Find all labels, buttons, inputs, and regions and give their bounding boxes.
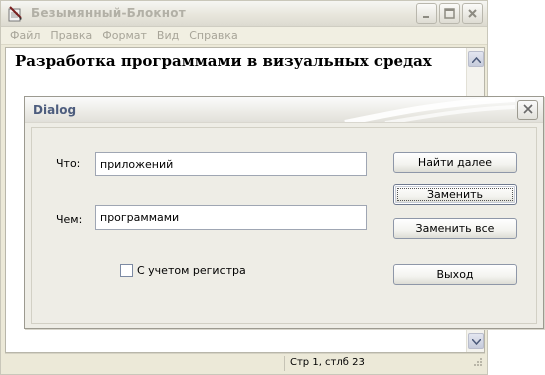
menu-file[interactable]: Файл bbox=[5, 29, 45, 42]
find-replace-dialog: Dialog Что: Чем: С учетом регистра Найти… bbox=[24, 96, 544, 329]
arrow-up-icon bbox=[470, 53, 482, 66]
match-case-checkbox[interactable] bbox=[120, 264, 133, 277]
match-case-option[interactable]: С учетом регистра bbox=[120, 264, 246, 277]
notepad-titlebar[interactable]: Безымянный-Блокнот bbox=[1, 1, 487, 27]
close-icon bbox=[522, 103, 534, 118]
scroll-up-button[interactable] bbox=[468, 51, 484, 67]
maximize-button[interactable] bbox=[439, 3, 460, 24]
maximize-icon bbox=[444, 8, 455, 19]
status-bar: Стр 1, стлб 23 bbox=[5, 353, 485, 373]
find-next-label: Найти далее bbox=[417, 156, 493, 169]
replace-label-text: Заменить bbox=[426, 188, 484, 201]
titlebar-decoration bbox=[325, 97, 516, 122]
close-button[interactable] bbox=[462, 3, 483, 24]
dialog-titlebar[interactable]: Dialog bbox=[25, 97, 543, 123]
resize-grip-icon[interactable] bbox=[471, 357, 483, 372]
find-label: Что: bbox=[56, 157, 81, 170]
notepad-icon bbox=[7, 6, 23, 22]
menu-view[interactable]: Вид bbox=[152, 29, 184, 42]
window-title: Безымянный-Блокнот bbox=[31, 6, 186, 20]
arrow-down-icon bbox=[470, 335, 482, 348]
replace-label: Чем: bbox=[56, 213, 83, 226]
scroll-down-button[interactable] bbox=[468, 333, 484, 349]
minimize-icon bbox=[421, 8, 432, 19]
match-case-label[interactable]: С учетом регистра bbox=[137, 264, 246, 277]
menu-edit[interactable]: Правка bbox=[45, 29, 97, 42]
dialog-close-button[interactable] bbox=[517, 100, 538, 120]
replace-button[interactable]: Заменить bbox=[393, 184, 517, 205]
dialog-title: Dialog bbox=[33, 103, 77, 117]
menu-help[interactable]: Справка bbox=[184, 29, 242, 42]
cursor-position: Стр 1, стлб 23 bbox=[290, 357, 365, 368]
editor-content[interactable]: Разработка программами в визуальных сред… bbox=[15, 52, 432, 70]
replace-all-button[interactable]: Заменить все bbox=[393, 218, 517, 239]
replace-input[interactable] bbox=[95, 205, 367, 230]
menu-format[interactable]: Формат bbox=[97, 29, 152, 42]
find-input[interactable] bbox=[95, 152, 367, 176]
find-next-button[interactable]: Найти далее bbox=[393, 152, 517, 173]
status-divider bbox=[284, 356, 285, 371]
menu-bar: Файл Правка Формат Вид Справка bbox=[1, 27, 487, 45]
replace-all-label: Заменить все bbox=[415, 222, 495, 235]
dialog-body: Что: Чем: С учетом регистра Найти далее … bbox=[31, 127, 537, 324]
exit-button[interactable]: Выход bbox=[393, 264, 517, 285]
exit-label: Выход bbox=[436, 268, 474, 281]
close-icon bbox=[467, 8, 478, 19]
minimize-button[interactable] bbox=[416, 3, 437, 24]
